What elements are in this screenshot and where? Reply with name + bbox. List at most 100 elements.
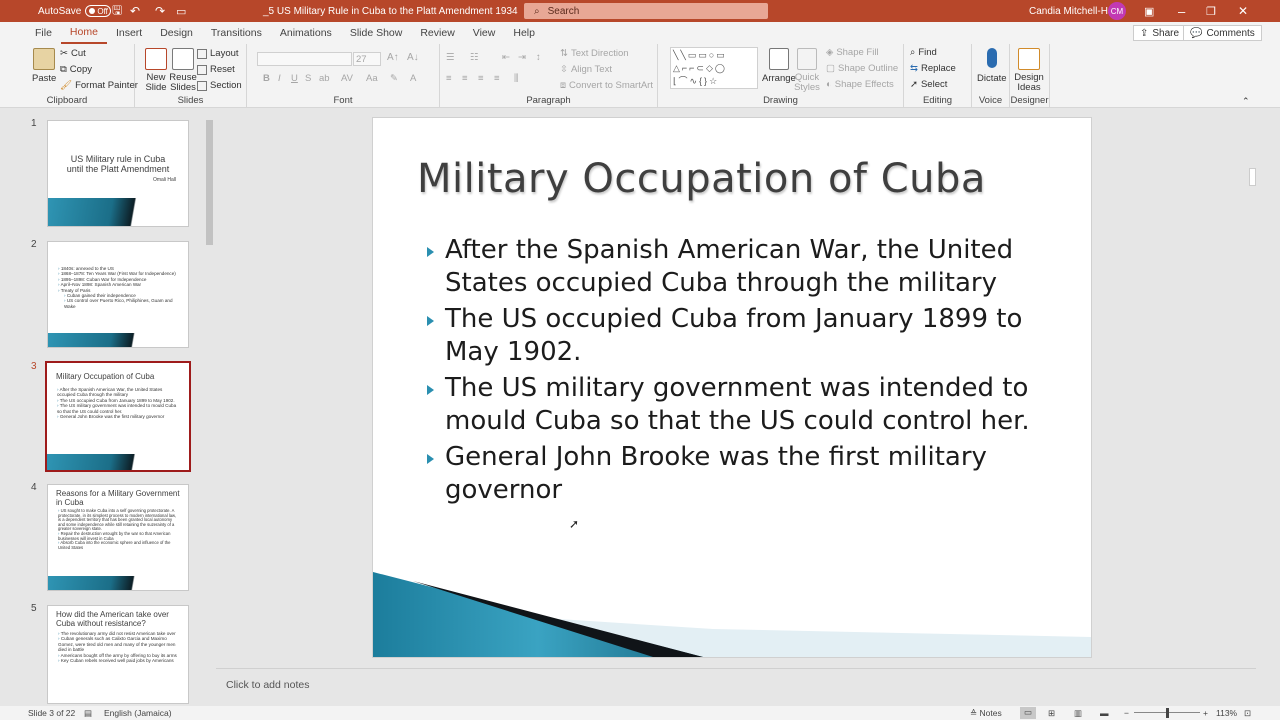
outdent-icon[interactable]: ⇥ [518,52,526,63]
format-painter-button[interactable]: 🖌 Format Painter [60,80,138,91]
numbering-icon[interactable]: ☷ [470,52,479,63]
close-icon[interactable]: ✕ [1238,0,1248,22]
underline-icon[interactable]: U [291,73,298,84]
grow-font-icon[interactable]: A↑ [387,52,399,63]
tab-file[interactable]: File [26,22,61,44]
paste-button[interactable]: Paste [32,48,56,84]
quick-styles-button[interactable]: Quick Styles [794,48,820,93]
align-right-icon[interactable]: ≡ [478,73,484,84]
fit-to-window-icon[interactable]: ⊡ [1244,708,1251,719]
bullet-item[interactable]: After the Spanish American War, the Unit… [425,234,1065,299]
shape-fill-button[interactable]: ◈ Shape Fill [826,47,879,58]
zoom-slider-thumb[interactable] [1166,708,1169,718]
reuse-slides-button[interactable]: Reuse Slides [169,48,197,93]
slide-thumbnail-5[interactable]: How did the American take over Cuba with… [47,605,189,704]
ribbon-display-icon[interactable]: ▣ [1144,0,1154,22]
select-button[interactable]: ➚ Select [910,79,947,90]
design-ideas-button[interactable]: Design Ideas [1014,48,1044,93]
slide-content[interactable]: After the Spanish American War, the Unit… [425,234,1065,510]
dictate-button[interactable]: Dictate [977,48,1007,84]
accessibility-icon[interactable]: ▤ [84,708,92,719]
scrollbar-thumb[interactable] [1249,168,1256,186]
shrink-font-icon[interactable]: A↓ [407,52,419,63]
smartart-button[interactable]: ⧈ Convert to SmartArt [560,80,653,91]
slide-thumbnail-1[interactable]: US Military rule in Cuba until the Platt… [47,120,189,227]
tab-help[interactable]: Help [504,22,544,44]
search-box[interactable]: ⌕ Search [524,3,768,19]
tab-animations[interactable]: Animations [271,22,341,44]
cut-button[interactable]: ✂ Cut [60,48,86,59]
slide-thumbnail-3[interactable]: Military Occupation of Cuba After the Sp… [45,361,191,472]
find-button[interactable]: ⌕ Find [910,47,937,58]
tab-transitions[interactable]: Transitions [202,22,271,44]
bold-icon[interactable]: B [263,73,270,84]
language-indicator[interactable]: English (Jamaica) [104,708,172,718]
tab-home[interactable]: Home [60,22,107,44]
copy-button[interactable]: ⧉ Copy [60,64,92,75]
strikethrough-icon[interactable]: ab [319,73,330,84]
italic-icon[interactable]: I [278,73,281,84]
bullet-item[interactable]: The US military government was intended … [425,372,1065,437]
shapes-gallery[interactable]: ╲╲▭▭○▭ △⌐⌐⊂◇◯ ⌊⌒∿{}☆ [670,47,758,89]
restore-icon[interactable]: ❐ [1206,0,1216,22]
tab-insert[interactable]: Insert [107,22,151,44]
arrange-button[interactable]: Arrange [762,48,796,84]
save-icon[interactable]: 🖫 [112,0,122,22]
slideshow-view-icon[interactable]: ▬ [1100,708,1109,718]
autosave-toggle[interactable]: Off [85,5,112,17]
new-slide-button[interactable]: New Slide [142,48,170,93]
shadow-icon[interactable]: S [305,73,311,84]
reading-view-icon[interactable]: ▥ [1074,708,1082,719]
columns-icon[interactable]: ⫼ [514,73,518,84]
zoom-level[interactable]: 113% [1216,708,1237,718]
tab-slide-show[interactable]: Slide Show [341,22,412,44]
slide-thumbnail-2[interactable]: 1840s: annexed to the US 1868–1878: Ten … [47,241,189,348]
current-slide[interactable]: Military Occupation of Cuba After the Sp… [372,117,1092,658]
user-avatar[interactable]: CM [1108,0,1126,22]
replace-button[interactable]: ⇆ Replace [910,63,956,74]
align-text-button[interactable]: ⇳ Align Text [560,64,612,75]
shape-effects-button[interactable]: ◐ Shape Effects [826,79,894,90]
zoom-out-icon[interactable]: − [1124,708,1129,718]
scrollbar-thumb[interactable] [206,120,213,245]
slide-title[interactable]: Military Occupation of Cuba [417,156,986,202]
text-direction-button[interactable]: ⇅ Text Direction [560,48,629,59]
minimize-icon[interactable]: – [1178,0,1185,22]
tab-design[interactable]: Design [151,22,202,44]
case-icon[interactable]: Aa [366,73,378,84]
align-left-icon[interactable]: ≡ [446,73,452,84]
thumbnail-scrollbar[interactable] [204,108,215,706]
bullets-icon[interactable]: ☰ [446,52,455,63]
user-name[interactable]: Candia Mitchell-Hall [1029,0,1118,22]
font-name-box[interactable] [257,52,352,66]
slide-sorter-icon[interactable]: ⊞ [1048,708,1055,719]
comments-button[interactable]: 💬 Comments [1183,25,1262,41]
bullet-item[interactable]: The US occupied Cuba from January 1899 t… [425,303,1065,368]
font-size-box[interactable]: 27 [353,52,381,66]
tab-view[interactable]: View [464,22,505,44]
section-button[interactable]: Section [197,80,242,91]
autosave[interactable]: AutoSave Off [38,0,112,22]
slide-thumbnail-4[interactable]: Reasons for a Military Government in Cub… [47,484,189,591]
notes-pane[interactable]: Click to add notes [216,668,1256,706]
reset-button[interactable]: Reset [197,64,235,75]
normal-view-icon[interactable]: ▭ [1020,707,1036,719]
redo-icon[interactable]: ↷ [155,0,165,22]
share-button[interactable]: ⇪ Share [1133,25,1187,41]
undo-icon[interactable]: ↶ [130,0,140,22]
font-color-icon[interactable]: A [410,73,416,84]
spacing-icon[interactable]: AV [341,73,353,84]
present-icon[interactable]: ▭ [176,0,186,22]
shape-outline-button[interactable]: ▢ Shape Outline [826,63,898,74]
layout-button[interactable]: Layout [197,48,239,59]
collapse-ribbon-icon[interactable]: ⌃ [1242,96,1250,107]
align-center-icon[interactable]: ≡ [462,73,468,84]
notes-button[interactable]: ≙ Notes [970,708,1002,719]
bullet-item[interactable]: General John Brooke was the first milita… [425,441,1065,506]
justify-icon[interactable]: ≡ [494,73,500,84]
zoom-in-icon[interactable]: + [1203,708,1208,718]
tab-review[interactable]: Review [411,22,463,44]
line-spacing-icon[interactable]: ↕ [536,52,541,63]
indent-icon[interactable]: ⇤ [502,52,510,63]
slide-scrollbar[interactable] [1247,108,1258,666]
